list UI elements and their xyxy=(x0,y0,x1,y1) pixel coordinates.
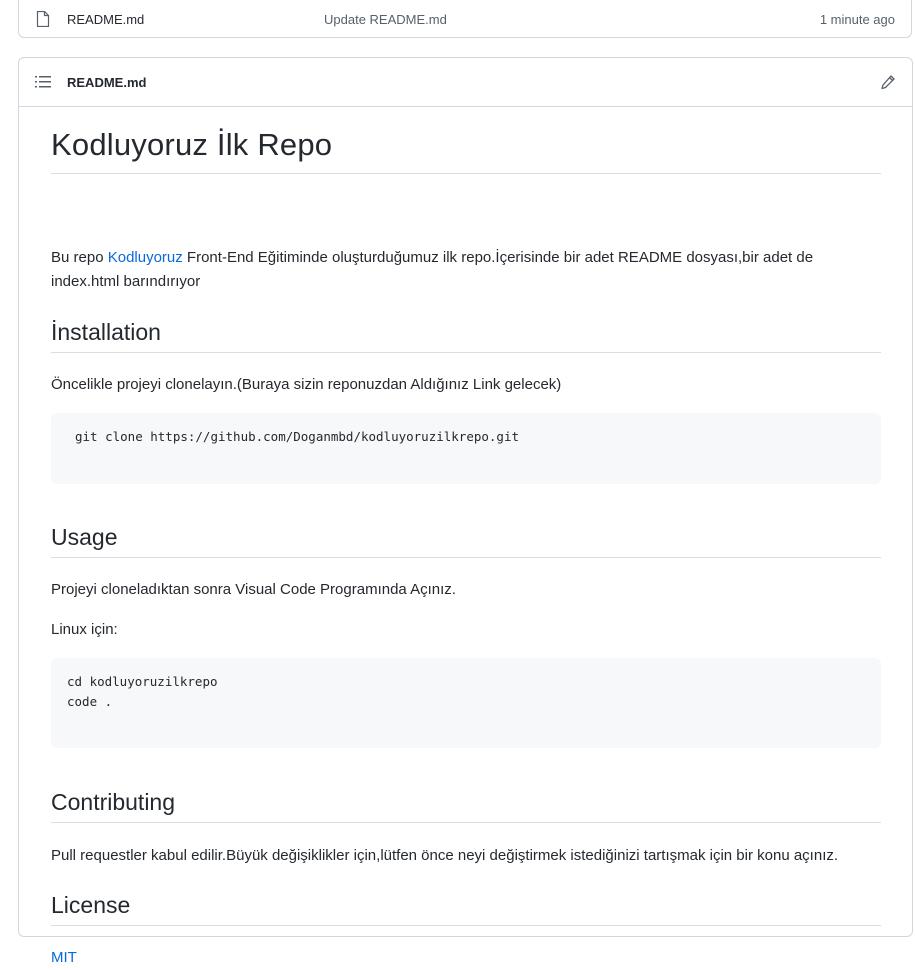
installation-text: Öncelikle projeyi clonelayın.(Buraya siz… xyxy=(51,376,562,393)
contributing-heading: Contributing xyxy=(51,789,881,823)
commit-time: 1 minute ago xyxy=(819,12,895,27)
file-row[interactable]: README.md Update README.md 1 minute ago xyxy=(18,0,912,38)
intro-prefix: Bu repo xyxy=(51,249,108,266)
installation-code-block: git clone https://github.com/Doganmbd/ko… xyxy=(51,413,881,484)
readme-header: README.md xyxy=(19,58,912,107)
intro-paragraph: Bu repo Kodluyoruz Front-End Eğitiminde … xyxy=(51,246,881,294)
commit-message-link[interactable]: Update README.md xyxy=(324,12,447,27)
contributing-text: Pull requestler kabul edilir.Büyük değiş… xyxy=(51,847,839,864)
usage-text: Projeyi cloneladıktan sonra Visual Code … xyxy=(51,581,456,598)
list-icon[interactable] xyxy=(35,75,51,89)
license-paragraph: MIT xyxy=(51,946,881,970)
pencil-icon[interactable] xyxy=(880,74,896,90)
usage-linux-text: Linux için: xyxy=(51,621,118,638)
readme-title: README.md xyxy=(67,75,147,90)
readme-panel: README.md Kodluyoruz İlk Repo Bu repo Ko… xyxy=(18,57,913,966)
usage-code-block: cd kodluyoruzilkrepo code . xyxy=(51,658,881,748)
file-icon xyxy=(36,11,50,27)
license-heading: License xyxy=(51,892,881,926)
installation-heading: İnstallation xyxy=(51,319,881,353)
usage-heading: Usage xyxy=(51,524,881,558)
file-name-link[interactable]: README.md xyxy=(67,12,144,27)
mit-license-link[interactable]: MIT xyxy=(51,949,77,966)
kodluyoruz-link[interactable]: Kodluyoruz xyxy=(108,249,183,266)
page-title: Kodluyoruz İlk Repo xyxy=(51,107,881,174)
